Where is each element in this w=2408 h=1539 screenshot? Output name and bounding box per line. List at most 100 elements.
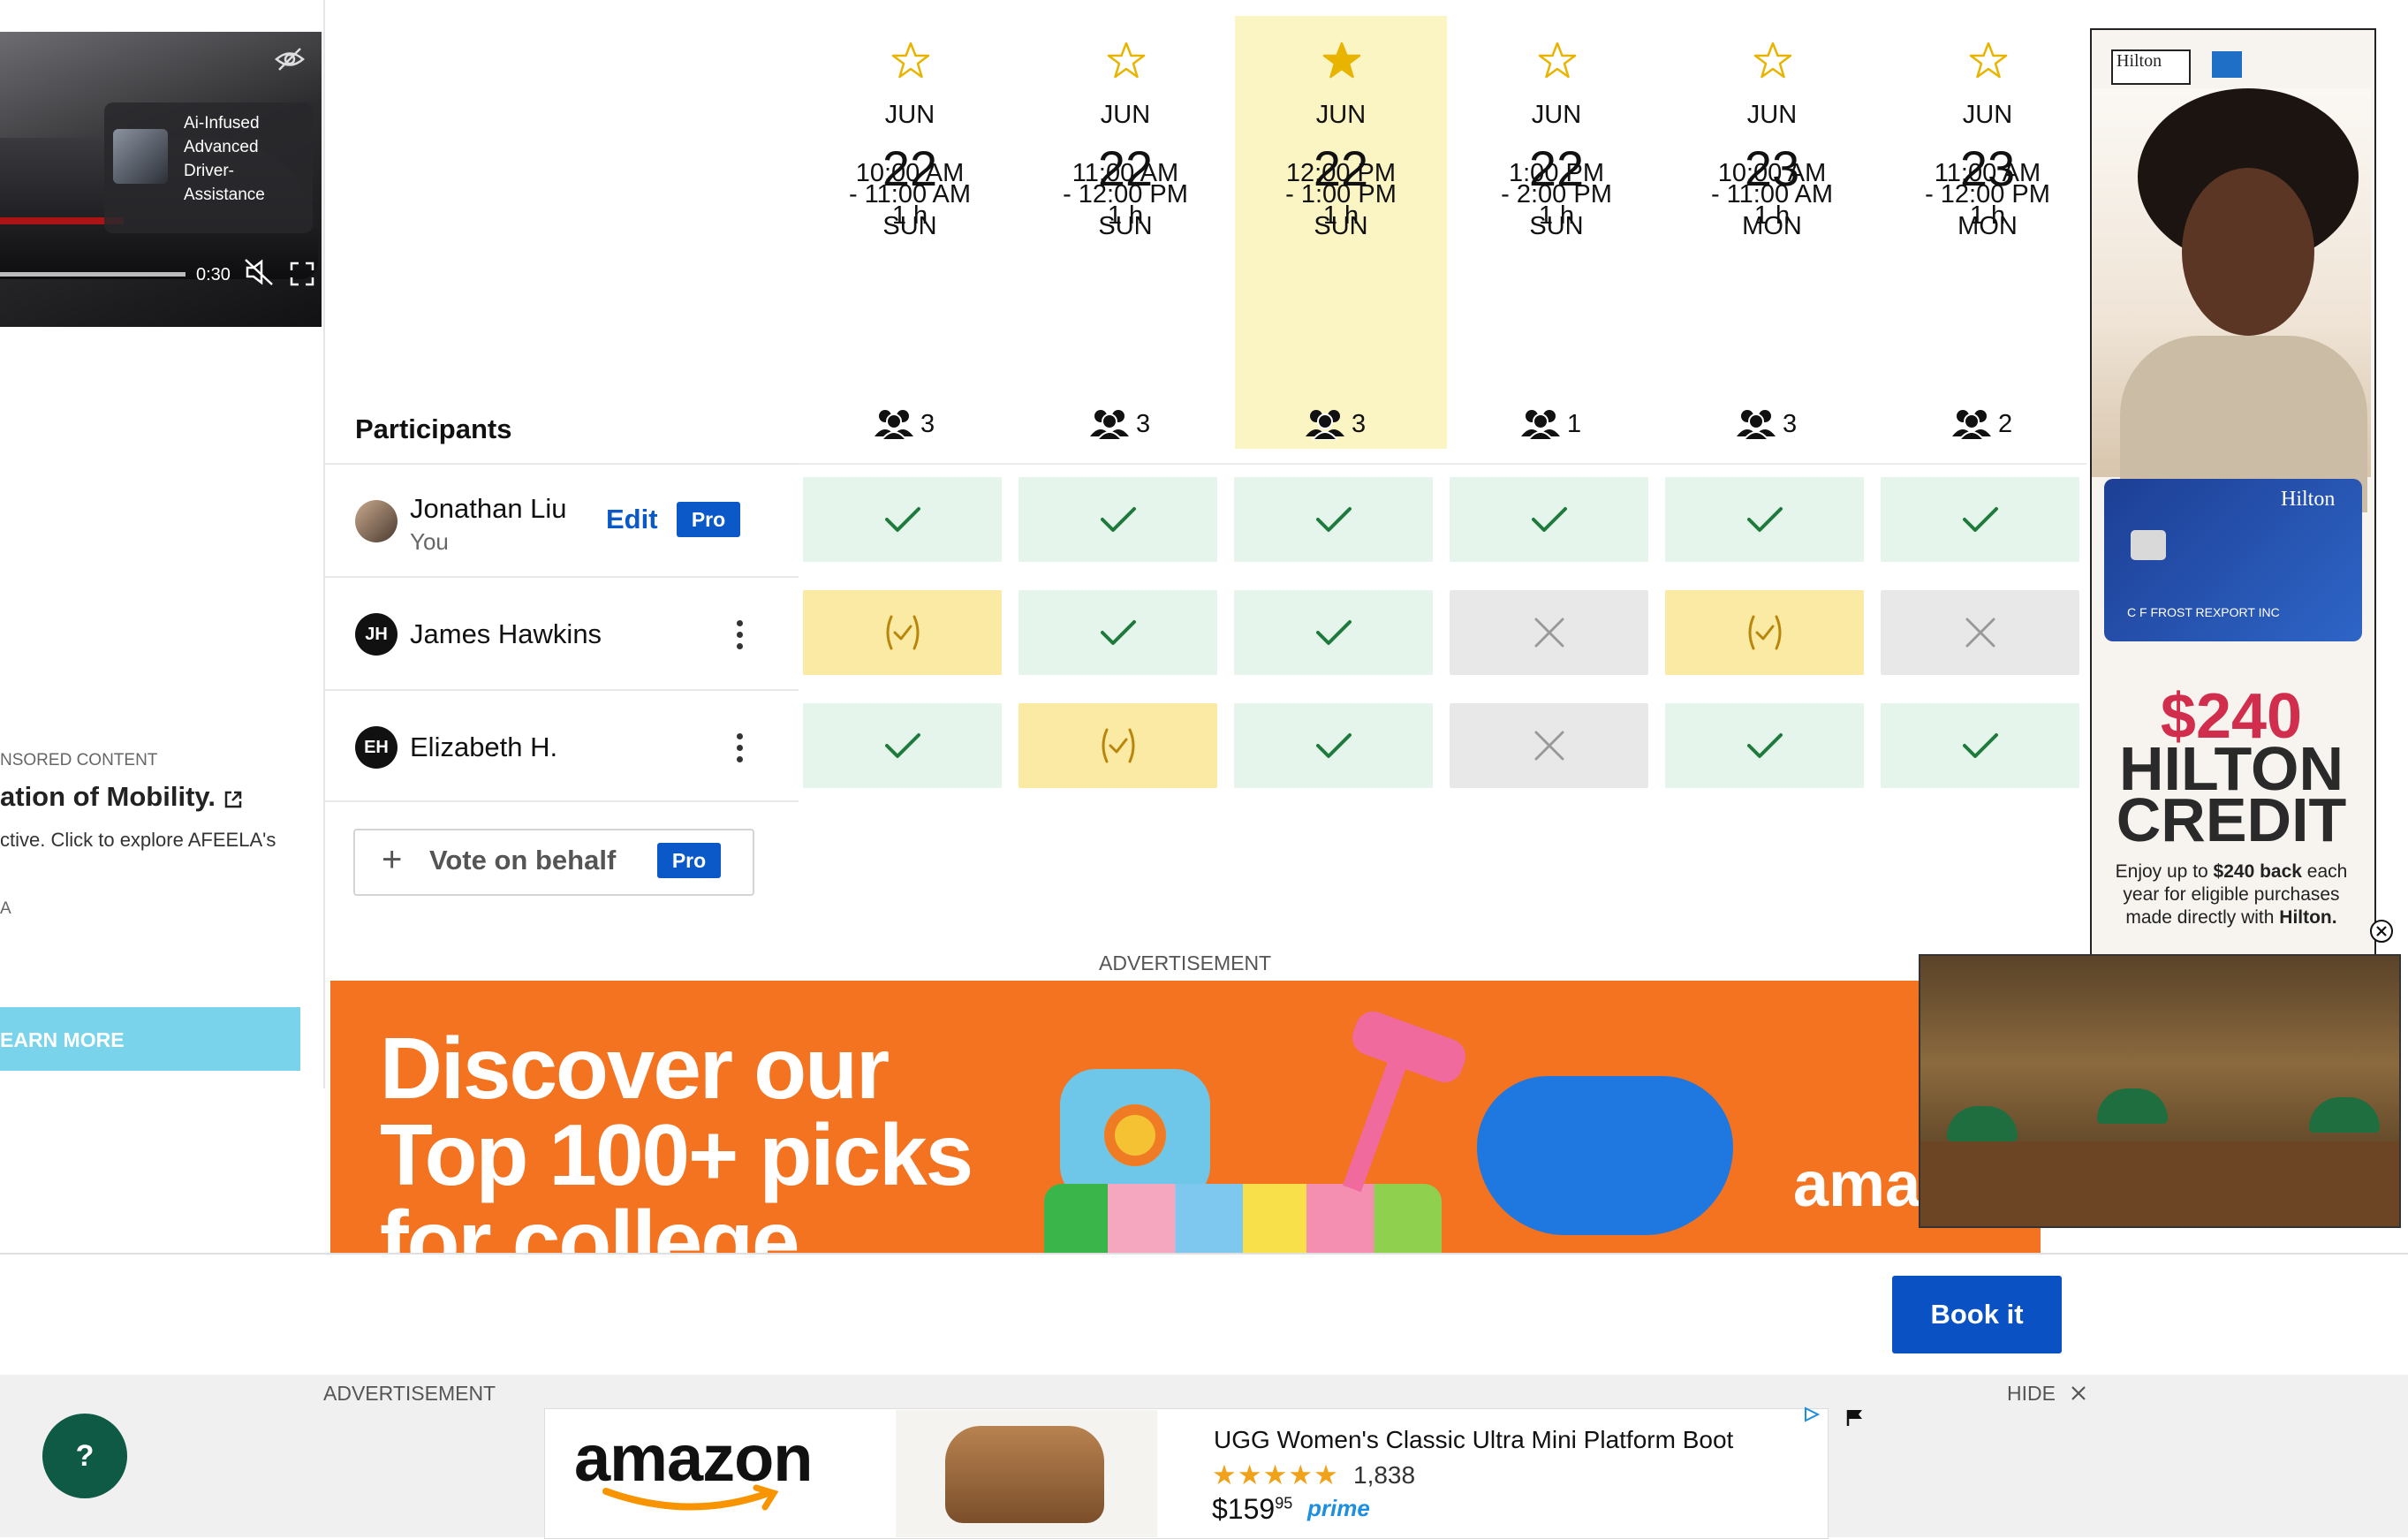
ad-photo-face bbox=[2182, 168, 2314, 336]
participant-row-elizabeth: EH Elizabeth H. bbox=[325, 689, 799, 802]
slot-duration: 1 h bbox=[1538, 201, 1575, 230]
slot-month: JUN bbox=[884, 101, 935, 129]
hide-ad-button[interactable]: HIDE bbox=[2007, 1382, 2056, 1406]
participant-row-james: JH James Hawkins bbox=[325, 576, 799, 689]
participant-name: James Hawkins bbox=[410, 618, 602, 649]
time-slot-column[interactable]: JUN 22 SUN 12:00 PM - 1:00 PM 1 h3 bbox=[1235, 16, 1447, 449]
vote-cell-yes[interactable] bbox=[1234, 477, 1433, 562]
advertisement-label: ADVERTISEMENT bbox=[323, 1382, 496, 1405]
game-controller-image bbox=[1477, 1076, 1733, 1235]
vote-cell-yes[interactable] bbox=[1665, 477, 1864, 562]
maybe-check-icon bbox=[1748, 615, 1782, 650]
vote-cell-yes[interactable] bbox=[1881, 477, 2079, 562]
eye-off-icon[interactable] bbox=[274, 46, 306, 72]
cross-icon bbox=[1534, 618, 1564, 648]
people-icon bbox=[875, 410, 913, 440]
close-icon[interactable] bbox=[2369, 919, 2394, 944]
desc-bold: Hilton. bbox=[2279, 907, 2337, 928]
avatar: JH bbox=[355, 613, 398, 656]
plus-icon: + bbox=[382, 840, 403, 879]
vote-cell-yes[interactable] bbox=[1450, 477, 1648, 562]
vote-cell-no bbox=[1450, 703, 1648, 788]
star-icon[interactable] bbox=[1753, 41, 1793, 81]
slot-month: JUN bbox=[1746, 101, 1798, 129]
vote-cell-yes bbox=[1234, 703, 1433, 788]
vote-cell-maybe bbox=[1665, 590, 1864, 675]
slot-duration: 1 h bbox=[891, 201, 928, 230]
banner-headline-1: Discover our bbox=[380, 1020, 890, 1117]
vote-cell-yes[interactable] bbox=[803, 477, 1002, 562]
people-icon bbox=[1090, 410, 1129, 440]
rating-stars: ★★★★★ bbox=[1212, 1459, 1339, 1490]
advertisement-label: ADVERTISEMENT bbox=[1099, 951, 1272, 974]
slot-duration: 1 h bbox=[1107, 201, 1144, 230]
slot-duration: 1 h bbox=[1753, 201, 1791, 230]
participant-count: 1 bbox=[1519, 406, 1599, 442]
vote-cell-maybe bbox=[1018, 703, 1217, 788]
video-lamp bbox=[2097, 1088, 2168, 1124]
amazon-smile-icon bbox=[602, 1484, 779, 1511]
floating-video-player[interactable] bbox=[1919, 954, 2401, 1228]
price-cents: 95 bbox=[1275, 1494, 1293, 1512]
check-icon bbox=[1747, 507, 1783, 532]
video-desk bbox=[1920, 1141, 2399, 1226]
learn-more-button[interactable]: EARN MORE bbox=[0, 1007, 300, 1071]
close-icon[interactable] bbox=[2069, 1384, 2088, 1403]
time-slot-column[interactable]: JUN 23 MON 11:00 AM - 12:00 PM 1 h2 bbox=[1882, 16, 2094, 449]
credit-description: Enjoy up to $240 back each year for elig… bbox=[2099, 860, 2364, 929]
flag-icon[interactable] bbox=[1844, 1408, 1866, 1428]
grid-divider bbox=[799, 463, 2086, 465]
check-icon bbox=[1101, 620, 1136, 645]
ad-headline[interactable]: ation of Mobility. bbox=[0, 781, 216, 813]
book-it-button[interactable]: Book it bbox=[1892, 1276, 2062, 1353]
participants-heading: Participants bbox=[355, 413, 512, 444]
participant-count-value: 3 bbox=[1136, 410, 1151, 438]
avatar bbox=[355, 500, 398, 542]
slot-month: JUN bbox=[1100, 101, 1151, 129]
rating-count: 1,838 bbox=[1353, 1461, 1416, 1489]
participant-count-value: 3 bbox=[920, 410, 935, 438]
mute-icon[interactable] bbox=[244, 258, 276, 286]
check-icon bbox=[1532, 507, 1567, 532]
time-slot-column[interactable]: JUN 23 MON 10:00 AM - 11:00 AM 1 h3 bbox=[1666, 16, 1878, 449]
adchoices-icon[interactable] bbox=[1802, 1406, 1821, 1422]
fullscreen-icon[interactable] bbox=[290, 262, 314, 286]
star-icon[interactable] bbox=[1106, 41, 1147, 81]
help-button[interactable]: ? bbox=[42, 1414, 127, 1498]
participant-count-value: 3 bbox=[1783, 410, 1798, 438]
participant-subtitle: You bbox=[410, 528, 449, 555]
time-slot-column[interactable]: JUN 22 SUN 11:00 AM - 12:00 PM 1 h3 bbox=[1019, 16, 1231, 449]
banner-headline-2: Top 100+ picks bbox=[380, 1106, 973, 1203]
vote-on-behalf-label: Vote on behalf bbox=[429, 845, 617, 876]
video-progress-bar[interactable] bbox=[0, 272, 186, 277]
card-holder-name: C F FROST REXPORT INC bbox=[2127, 605, 2280, 619]
vote-cell-yes bbox=[1881, 703, 2079, 788]
vote-cell-no bbox=[1450, 590, 1648, 675]
more-options-icon[interactable] bbox=[737, 733, 744, 763]
video-time: 0:30 bbox=[196, 265, 231, 284]
check-icon bbox=[1316, 620, 1352, 645]
participant-count-value: 1 bbox=[1567, 410, 1582, 438]
star-icon[interactable] bbox=[1321, 41, 1362, 81]
vote-cell-yes[interactable] bbox=[1018, 477, 1217, 562]
star-icon[interactable] bbox=[1968, 41, 2009, 81]
flower-image bbox=[1104, 1104, 1166, 1166]
desc-bold: $240 back bbox=[2213, 861, 2302, 882]
check-icon bbox=[885, 507, 920, 532]
check-icon bbox=[1963, 507, 1998, 532]
product-price: $15995 bbox=[1212, 1493, 1292, 1526]
vote-cell-yes bbox=[1665, 703, 1864, 788]
star-icon[interactable] bbox=[1537, 41, 1578, 81]
product-title[interactable]: UGG Women's Classic Ultra Mini Platform … bbox=[1214, 1426, 1733, 1454]
video-lamp bbox=[1947, 1106, 2018, 1141]
video-lamp bbox=[2309, 1097, 2380, 1133]
time-slot-column[interactable]: JUN 22 SUN 10:00 AM - 11:00 AM 1 h3 bbox=[804, 16, 1016, 449]
maybe-check-icon bbox=[1102, 728, 1135, 763]
star-icon[interactable] bbox=[890, 41, 931, 81]
edit-vote-link[interactable]: Edit bbox=[606, 504, 658, 535]
external-link-icon[interactable] bbox=[223, 789, 244, 810]
vote-cell-yes bbox=[803, 703, 1002, 788]
more-options-icon[interactable] bbox=[737, 620, 744, 650]
time-slot-column[interactable]: JUN 22 SUN 1:00 PM - 2:00 PM 1 h1 bbox=[1450, 16, 1662, 449]
card-brand: Hilton bbox=[2281, 488, 2336, 511]
